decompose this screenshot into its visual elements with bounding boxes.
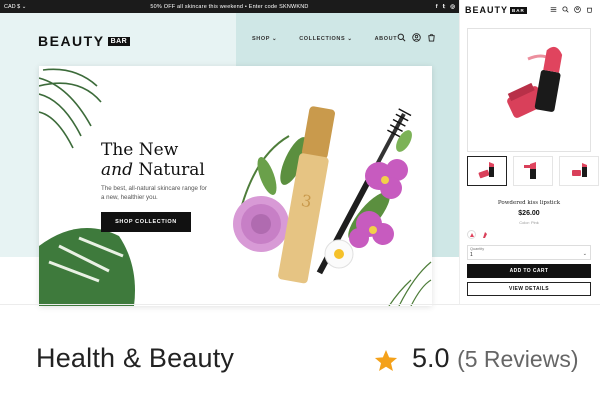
quantity-value: 1	[470, 252, 473, 258]
account-icon[interactable]	[574, 6, 581, 13]
hero-subtext: The best, all-natural skincare range for…	[101, 185, 207, 201]
search-icon[interactable]	[397, 33, 406, 42]
swatch-pink[interactable]	[467, 230, 476, 239]
menu-item-shop[interactable]: SHOP ⌄	[252, 36, 277, 42]
product-color-label: Color: Pink	[519, 220, 539, 225]
quantity-label: Quantity	[470, 247, 485, 251]
thumb-lipstick-icon	[478, 162, 494, 179]
mobile-logo-text: BEAUTY	[465, 5, 509, 15]
account-icon[interactable]	[412, 33, 421, 42]
headline-line-1: The New	[101, 140, 179, 160]
mobile-logo-badge: BAR	[510, 6, 527, 14]
headline-line-2: and Natural	[101, 160, 205, 180]
product-price: $26.00	[518, 210, 540, 217]
thumbnail-2[interactable]	[513, 156, 553, 186]
menu-item-about[interactable]: ABOUT	[375, 36, 398, 42]
announcement-bar: CAD $ ⌄ 50% OFF all skincare this weeken…	[0, 0, 459, 13]
logo-badge: BAR	[107, 36, 131, 46]
hero-card: 3	[38, 66, 432, 307]
headline-italic: and	[101, 160, 133, 180]
color-swatches	[467, 230, 489, 239]
swatch-red[interactable]	[480, 230, 489, 239]
thumbnail-3[interactable]	[559, 156, 599, 186]
thumb-lipstick-icon	[524, 162, 536, 179]
add-to-cart-button[interactable]: ADD TO CART	[467, 264, 591, 278]
quantity-select[interactable]: Quantity 1 ⌄	[467, 245, 591, 260]
store-logo[interactable]: BEAUTY BAR	[38, 33, 131, 49]
product-main-image[interactable]	[467, 28, 591, 152]
hero-headline: The New and Natural	[101, 140, 205, 180]
promo-text: 50% OFF all skincare this weekend • Ente…	[150, 3, 309, 10]
search-icon[interactable]	[562, 6, 569, 13]
palm-leaf-top-left	[38, 68, 102, 149]
monstera-leaf	[39, 228, 135, 306]
thumbnail-1[interactable]	[467, 156, 507, 186]
cart-icon[interactable]	[427, 33, 436, 42]
view-details-button[interactable]: VIEW DETAILS	[467, 282, 591, 296]
divider	[0, 304, 600, 305]
main-menu: SHOP ⌄ COLLECTIONS ⌄ ABOUT	[252, 36, 397, 42]
review-count[interactable]: (5 Reviews)	[457, 346, 578, 372]
rating-summary: 5.0 (5 Reviews)	[412, 343, 578, 374]
star-icon	[374, 349, 398, 371]
header-icons	[397, 33, 436, 42]
rating-value: 5.0	[412, 343, 450, 373]
hero-illustration: 3	[38, 68, 432, 307]
logo-text: BEAUTY	[38, 33, 105, 49]
product-arrangement: 3	[233, 106, 432, 307]
mobile-header-icons	[550, 6, 593, 13]
shop-collection-button[interactable]: SHOP COLLECTION	[101, 212, 191, 232]
chevron-down-icon: ⌄	[582, 251, 587, 257]
headline-rest: Natural	[132, 160, 205, 180]
cart-icon[interactable]	[586, 6, 593, 13]
mobile-logo[interactable]: BEAUTY BAR	[465, 5, 527, 15]
product-title: Powdered kiss lipstick	[497, 200, 561, 206]
product-thumbnails	[467, 156, 599, 186]
thumb-lipstick-icon	[572, 163, 587, 177]
category-title: Health & Beauty	[36, 343, 235, 373]
menu-item-collections[interactable]: COLLECTIONS ⌄	[299, 36, 352, 42]
menu-icon[interactable]	[550, 6, 557, 13]
lipstick-image	[507, 46, 563, 118]
